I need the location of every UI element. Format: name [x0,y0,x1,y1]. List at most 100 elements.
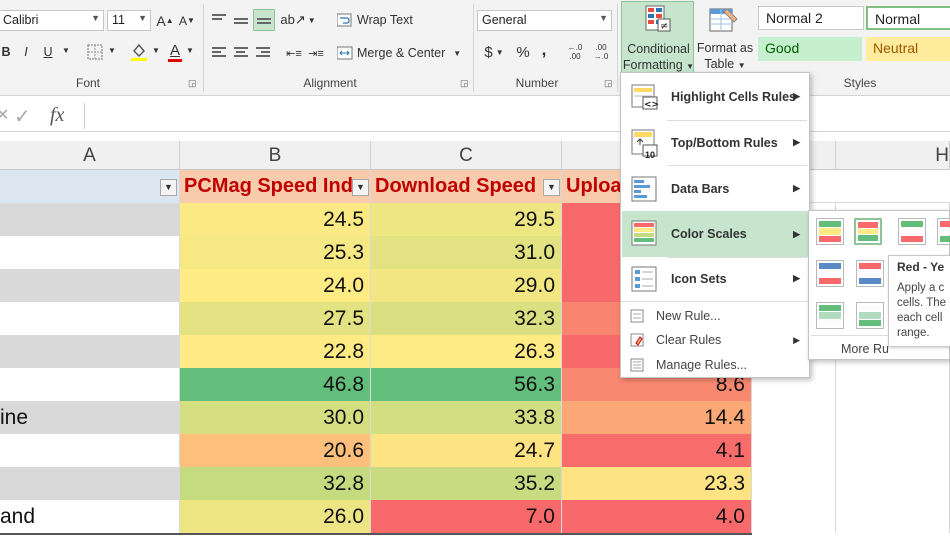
cell-c[interactable]: 7.0 [371,500,562,533]
header-cell-a[interactable]: ▼ [0,170,180,203]
bold-button[interactable]: B [0,42,14,62]
cell-a[interactable] [0,368,180,401]
font-size-combo[interactable]: 11 ▼ [107,10,151,31]
cell-c[interactable]: 33.8 [371,401,562,434]
format-as-table-button[interactable]: Format as Table ▼ [696,1,754,73]
italic-button[interactable]: I [18,42,34,62]
increase-decimal-button[interactable]: ←.0 .00 [564,42,586,62]
menu-item-top-bottom-rules[interactable]: 10 Top/Bottom Rules ▶ [622,121,808,164]
cell-b[interactable]: 25.3 [180,236,371,269]
cell-empty[interactable] [752,467,836,500]
column-header-a[interactable]: A [0,141,180,170]
cell-d[interactable]: 4.0 [562,500,752,533]
color-scale-option[interactable] [898,218,926,245]
increase-indent-button[interactable]: ⇥≡ [306,43,326,63]
style-neutral[interactable]: Neutral [866,37,950,61]
font-name-combo[interactable]: Calibri ▼ [0,10,104,31]
cell-a[interactable] [0,434,180,467]
chevron-down-icon[interactable]: ▼ [108,46,116,55]
column-header-c[interactable]: C [371,141,562,170]
cell-c[interactable]: 35.2 [371,467,562,500]
orientation-button[interactable]: ab↗ ▼ [280,9,315,31]
cell-empty[interactable] [836,401,950,434]
chevron-down-icon[interactable]: ▼ [152,46,160,55]
wrap-text-button[interactable]: Wrap Text [337,10,419,30]
comma-style-button[interactable]: , [537,40,551,60]
align-center-button[interactable] [231,43,251,63]
style-good[interactable]: Good [758,37,862,61]
cell-b[interactable]: 22.8 [180,335,371,368]
align-top-button[interactable] [209,10,229,30]
cell-a[interactable]: and [0,500,180,533]
cell-d[interactable]: 14.4 [562,401,752,434]
cell-empty[interactable] [836,434,950,467]
align-middle-button[interactable] [231,10,251,30]
menu-item-new-rule[interactable]: New Rule... [622,305,808,327]
menu-item-color-scales[interactable]: Color Scales ▶ [622,211,808,257]
color-scale-option[interactable] [816,218,844,245]
column-header-h[interactable]: H [836,141,950,170]
decrease-indent-button[interactable]: ⇤≡ [284,43,304,63]
cell-empty[interactable] [752,500,836,533]
cell-a[interactable] [0,269,180,302]
dialog-launcher-icon[interactable]: ◲ [604,78,613,89]
cell-d[interactable]: 4.1 [562,434,752,467]
currency-button[interactable]: $ ▼ [479,42,509,62]
cell-c[interactable]: 56.3 [371,368,562,401]
dialog-launcher-icon[interactable]: ◲ [188,78,197,89]
align-left-button[interactable] [209,43,229,63]
cell-a[interactable] [0,335,180,368]
conditional-formatting-button[interactable]: ≠ Conditional Formatting ▼ [621,1,694,73]
chevron-down-icon[interactable]: ▼ [62,46,70,55]
cell-b[interactable]: 30.0 [180,401,371,434]
more-rules-link[interactable]: More Ru [841,342,889,356]
cell-a[interactable] [0,236,180,269]
cell-b[interactable]: 46.8 [180,368,371,401]
cell-a[interactable] [0,203,180,236]
color-scale-option[interactable] [856,260,884,287]
style-normal[interactable]: Normal [866,6,950,30]
column-header-b[interactable]: B [180,141,371,170]
cell-c[interactable]: 26.3 [371,335,562,368]
align-bottom-button[interactable] [253,9,275,31]
number-format-combo[interactable]: General ▼ [477,10,612,31]
cell-a[interactable] [0,302,180,335]
style-normal-2[interactable]: Normal 2 [758,6,864,30]
cell-b[interactable]: 26.0 [180,500,371,533]
cell-c[interactable]: 29.5 [371,203,562,236]
filter-dropdown-button[interactable]: ▼ [543,179,560,196]
filter-dropdown-button[interactable]: ▼ [352,179,369,196]
shrink-font-button[interactable]: A ▼ [178,10,196,31]
header-cell-b[interactable]: PCMag Speed Inde ▼ [180,170,371,203]
fill-color-button[interactable] [128,40,150,64]
cell-c[interactable]: 32.3 [371,302,562,335]
cell-b[interactable]: 24.0 [180,269,371,302]
font-color-button[interactable]: A [166,40,184,64]
cell-b[interactable]: 20.6 [180,434,371,467]
cell-empty[interactable] [836,368,950,401]
cell-empty[interactable] [836,500,950,533]
menu-item-highlight-cells-rules[interactable]: <> Highlight Cells Rules ▶ [622,75,808,118]
chevron-down-icon[interactable]: ▼ [186,46,194,55]
color-scale-option[interactable] [937,218,950,245]
cell-empty[interactable] [836,467,950,500]
cell-b[interactable]: 24.5 [180,203,371,236]
cancel-entry-button[interactable]: ✕ [0,105,12,127]
header-cell-c[interactable]: Download Speed ▼ [371,170,562,203]
grow-font-button[interactable]: A ▲ [156,10,174,31]
align-right-button[interactable] [253,43,273,63]
cell-empty[interactable] [752,434,836,467]
cell-a[interactable]: ine [0,401,180,434]
menu-item-data-bars[interactable]: Data Bars ▶ [622,167,808,210]
color-scale-option[interactable] [816,302,844,329]
filter-dropdown-button[interactable]: ▼ [160,179,177,196]
decrease-decimal-button[interactable]: .00 →.0 [590,42,612,62]
color-scale-option[interactable] [856,302,884,329]
color-scale-option-selected[interactable] [854,218,882,245]
cell-a[interactable] [0,467,180,500]
dialog-launcher-icon[interactable]: ◲ [460,78,469,89]
formula-input[interactable] [84,103,950,129]
cell-c[interactable]: 29.0 [371,269,562,302]
cell-d[interactable]: 23.3 [562,467,752,500]
cell-b[interactable]: 32.8 [180,467,371,500]
